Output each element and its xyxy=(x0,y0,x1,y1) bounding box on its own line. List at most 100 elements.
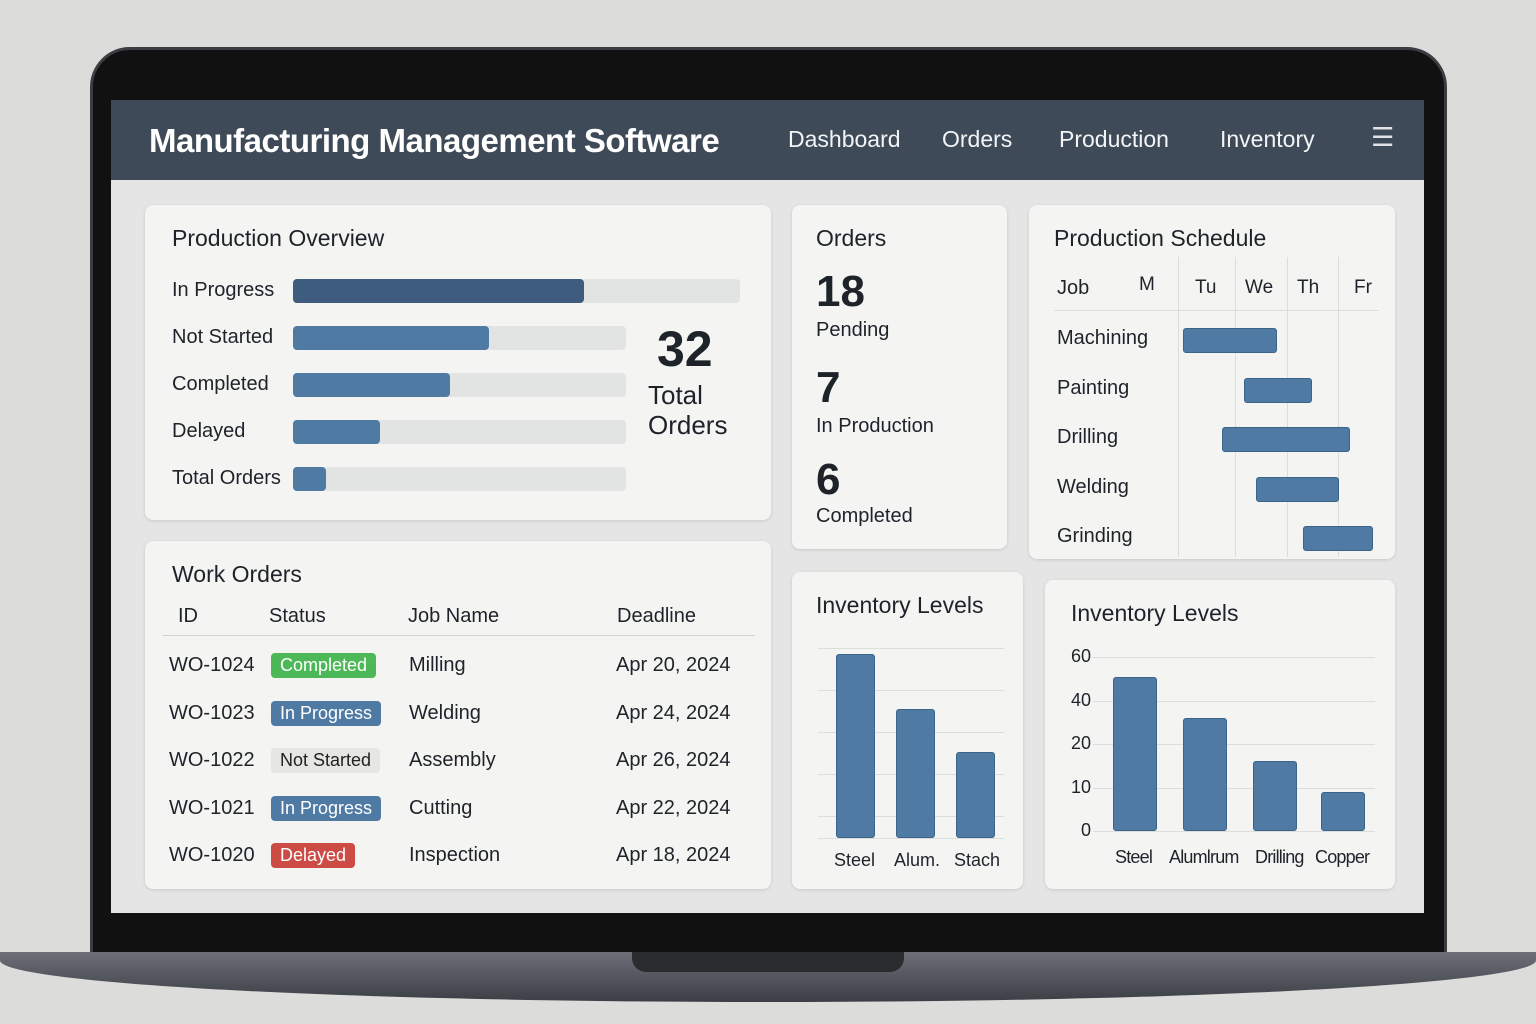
overview-progress-fill xyxy=(293,279,584,303)
work-order-deadline: Apr 26, 2024 xyxy=(616,749,731,771)
work-order-id[interactable]: WO-1023 xyxy=(169,702,255,725)
overview-row-label: Not Started xyxy=(172,326,274,348)
col-header-id: ID xyxy=(178,605,198,627)
gantt-bar[interactable] xyxy=(1222,427,1350,452)
schedule-header-divider xyxy=(1054,310,1379,311)
nav-dashboard[interactable]: Dashboard xyxy=(788,126,901,153)
top-navbar: Manufacturing Management Software Dashbo… xyxy=(111,100,1424,180)
work-order-deadline: Apr 18, 2024 xyxy=(616,844,731,866)
gantt-bar[interactable] xyxy=(1183,328,1277,353)
work-orders-card: Work Orders ID Status Job Name Deadline … xyxy=(145,541,771,889)
inventory-bar xyxy=(896,709,935,838)
completed-label: Completed xyxy=(816,505,913,527)
overview-progress-fill xyxy=(293,467,327,491)
col-header-status: Status xyxy=(269,605,326,627)
status-badge: Not Started xyxy=(271,748,381,773)
work-order-job: Milling xyxy=(409,654,466,676)
overview-row-label: Completed xyxy=(172,373,269,395)
inventory-bar xyxy=(1253,761,1297,831)
status-badge: Delayed xyxy=(271,843,356,868)
inventory-bar xyxy=(956,751,995,838)
inventory-bar xyxy=(1321,791,1365,831)
inventory-bar xyxy=(836,654,875,838)
gantt-bar[interactable] xyxy=(1302,526,1373,551)
schedule-job-label: Welding xyxy=(1057,475,1129,498)
nav-inventory[interactable]: Inventory xyxy=(1220,126,1315,153)
work-order-job: Assembly xyxy=(409,749,496,771)
overview-row-label: Delayed xyxy=(172,420,246,442)
inventory-levels-card-small: Inventory Levels Steel Alum. Stach xyxy=(792,572,1023,889)
overview-progress-fill xyxy=(293,420,380,444)
schedule-gridline xyxy=(1338,257,1339,557)
work-order-deadline: Apr 22, 2024 xyxy=(616,796,731,819)
total-orders-label: Orders xyxy=(648,410,728,440)
x-tick-label: Stach xyxy=(954,850,1001,870)
card-title: Work Orders xyxy=(172,561,302,587)
overview-progress-track xyxy=(293,373,626,397)
laptop-notch xyxy=(632,952,904,972)
overview-progress-fill xyxy=(293,373,450,397)
chart-gridline xyxy=(818,838,1004,839)
pending-label: Pending xyxy=(816,319,890,341)
card-title: Production Schedule xyxy=(1054,225,1267,251)
chart-gridline xyxy=(1093,657,1375,658)
overview-progress-fill xyxy=(293,326,490,350)
work-order-deadline: Apr 24, 2024 xyxy=(616,701,731,724)
inventory-levels-card: Inventory Levels 0 10 20 40 60 Steel Alumlrum D… xyxy=(1045,580,1395,889)
production-schedule-card: Production Schedule Job M Tu We Th Fr Machinin… xyxy=(1029,205,1395,559)
in-production-count: 7 xyxy=(816,363,841,412)
work-order-id[interactable]: WO-1022 xyxy=(169,749,255,772)
work-order-id[interactable]: WO-1024 xyxy=(169,654,255,677)
inventory-bar xyxy=(1113,676,1157,831)
gantt-bar[interactable] xyxy=(1256,476,1340,502)
in-production-label: In Production xyxy=(816,415,934,437)
production-overview-card: Production Overview In Progress Not Start… xyxy=(145,205,771,520)
hamburger-icon[interactable]: ☰ xyxy=(1371,122,1394,153)
card-title: Inventory Levels xyxy=(1071,600,1239,626)
y-tick-label: 40 xyxy=(1071,689,1092,710)
chart-gridline xyxy=(818,648,1004,649)
y-tick-label: 60 xyxy=(1071,646,1092,666)
schedule-day-header: Th xyxy=(1297,277,1320,298)
card-title: Production Overview xyxy=(172,225,385,251)
work-order-id[interactable]: WO-1020 xyxy=(169,844,255,867)
schedule-job-label: Painting xyxy=(1057,376,1130,399)
completed-count: 6 xyxy=(816,455,841,504)
nav-production[interactable]: Production xyxy=(1059,126,1169,153)
schedule-day-header: Tu xyxy=(1195,277,1217,298)
schedule-day-header: M xyxy=(1139,274,1155,295)
schedule-job-label: Machining xyxy=(1057,327,1149,349)
pending-count: 18 xyxy=(816,267,865,316)
schedule-job-header: Job xyxy=(1057,277,1090,299)
y-tick-label: 0 xyxy=(1081,820,1092,840)
card-title: Orders xyxy=(816,225,887,251)
total-orders-value: 32 xyxy=(657,321,713,377)
work-order-id[interactable]: WO-1021 xyxy=(169,797,255,820)
overview-progress-track xyxy=(293,279,740,303)
chart-gridline xyxy=(1093,831,1375,832)
x-tick-label: Copper xyxy=(1315,847,1370,867)
total-orders-label: Total xyxy=(648,380,703,410)
work-order-deadline: Apr 20, 2024 xyxy=(616,654,731,676)
status-badge: In Progress xyxy=(271,700,382,726)
work-order-job: Welding xyxy=(409,701,481,724)
y-tick-label: 10 xyxy=(1071,776,1092,797)
x-tick-label: Alum. xyxy=(894,850,941,870)
gantt-bar[interactable] xyxy=(1244,377,1313,403)
schedule-day-header: Fr xyxy=(1354,277,1372,298)
nav-orders[interactable]: Orders xyxy=(942,126,1012,153)
x-tick-label: Steel xyxy=(834,850,876,870)
overview-row-label: In Progress xyxy=(172,279,275,301)
y-tick-label: 20 xyxy=(1071,733,1092,753)
status-badge: Completed xyxy=(271,653,377,678)
app-screen: Manufacturing Management Software Dashbo… xyxy=(111,100,1424,913)
schedule-gridline xyxy=(1235,257,1236,557)
col-header-job: Job Name xyxy=(408,605,500,627)
schedule-job-label: Grinding xyxy=(1057,525,1133,547)
overview-progress-track xyxy=(293,326,626,350)
work-order-job: Inspection xyxy=(409,844,501,866)
schedule-day-header: We xyxy=(1245,277,1274,298)
schedule-job-label: Drilling xyxy=(1057,426,1119,448)
x-tick-label: Steel xyxy=(1115,847,1153,867)
header-divider xyxy=(163,635,755,636)
